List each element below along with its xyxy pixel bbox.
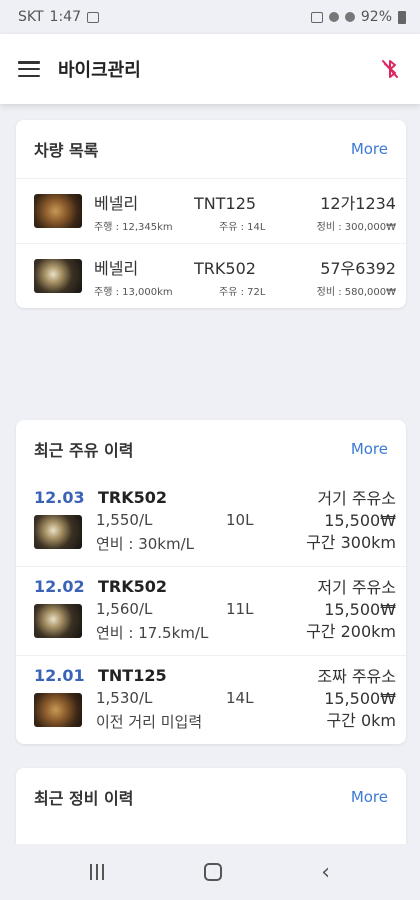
battery-percent: 92%: [360, 9, 392, 25]
fuel-model: TNT125: [98, 666, 167, 685]
page-title: 바이크관리: [58, 60, 141, 81]
fuel-liters: 10L: [226, 511, 254, 529]
vehicle-thumbnail: [34, 693, 82, 727]
system-nav-bar: ‹: [0, 844, 420, 900]
fuel-more-link[interactable]: More: [351, 440, 388, 458]
vehicle-plate: 12가1234: [320, 193, 396, 213]
battery-icon: [398, 10, 406, 24]
vehicle-fuel: 주유 : 72L: [219, 286, 266, 298]
signal-icon: [344, 12, 355, 22]
vehicle-mileage: 주행 : 12,345km: [94, 221, 173, 233]
back-icon[interactable]: ‹: [321, 860, 330, 885]
fuel-cost: 15,500₩: [324, 689, 396, 708]
fuel-history-card: 최근 주유 이력 More 12.03 TRK502 1,550/L 10L 연…: [16, 420, 406, 744]
alarm-icon: [310, 11, 323, 23]
location-icon: [328, 12, 339, 22]
fuel-efficiency: 연비 : 17.5km/L: [96, 624, 209, 642]
app-bar: 바이크관리: [0, 34, 420, 104]
vehicle-list-title: 차량 목록: [34, 141, 99, 160]
vehicle-row[interactable]: 베넬리 TRK502 57우6392 주행 : 13,000km 주유 : 72…: [16, 244, 406, 308]
vehicle-thumbnail: [34, 259, 82, 293]
fuel-history-title: 최근 주유 이력: [34, 441, 134, 460]
status-bar: SKT 1:47 92%: [0, 0, 420, 34]
fuel-distance: 구간 0km: [326, 711, 396, 730]
vehicle-thumbnail: [34, 604, 82, 638]
vehicle-plate: 57우6392: [320, 258, 396, 278]
vehicle-thumbnail: [34, 515, 82, 549]
fuel-station: 거기 주유소: [317, 489, 396, 508]
vehicle-maintenance: 정비 : 580,000₩: [316, 286, 396, 298]
bluetooth-disabled-icon[interactable]: [378, 57, 402, 81]
fuel-date: 12.02: [34, 577, 85, 596]
fuel-station: 저기 주유소: [317, 578, 396, 597]
carrier-label: SKT: [18, 9, 44, 25]
vehicle-model: TNT125: [194, 193, 257, 213]
vehicle-maintenance: 정비 : 300,000₩: [316, 221, 396, 233]
vehicle-mileage: 주행 : 13,000km: [94, 286, 173, 298]
vehicle-row[interactable]: 베넬리 TNT125 12가1234 주행 : 12,345km 주유 : 14…: [16, 179, 406, 243]
fuel-efficiency: 이전 거리 미입력: [96, 713, 203, 731]
fuel-cost: 15,500₩: [324, 511, 396, 530]
fuel-record-row[interactable]: 12.01 TNT125 1,530/L 14L 이전 거리 미입력 조짜 주유…: [16, 656, 406, 744]
menu-icon[interactable]: [18, 61, 40, 77]
maintenance-history-card: 최근 정비 이력 More: [16, 768, 406, 844]
recent-apps-icon[interactable]: [89, 864, 104, 880]
fuel-record-row[interactable]: 12.03 TRK502 1,550/L 10L 연비 : 30km/L 거기 …: [16, 478, 406, 566]
fuel-station: 조짜 주유소: [317, 667, 396, 686]
fuel-price: 1,550/L: [96, 511, 153, 529]
fuel-model: TRK502: [98, 577, 168, 596]
vehicle-fuel: 주유 : 14L: [219, 221, 266, 233]
vehicle-name: 베넬리: [94, 193, 139, 213]
vehicle-list-card: 차량 목록 More 베넬리 TNT125 12가1234 주행 : 12,34…: [16, 120, 406, 308]
fuel-efficiency: 연비 : 30km/L: [96, 535, 194, 553]
maintenance-history-title: 최근 정비 이력: [34, 789, 134, 808]
gallery-notification-icon: [87, 11, 99, 23]
fuel-distance: 구간 300km: [306, 533, 396, 552]
fuel-date: 12.03: [34, 488, 85, 507]
fuel-cost: 15,500₩: [324, 600, 396, 619]
vehicle-name: 베넬리: [94, 258, 139, 278]
fuel-price: 1,560/L: [96, 600, 153, 618]
fuel-record-row[interactable]: 12.02 TRK502 1,560/L 11L 연비 : 17.5km/L 저…: [16, 567, 406, 655]
clock: 1:47: [49, 9, 81, 25]
home-icon[interactable]: [203, 863, 222, 881]
fuel-liters: 11L: [226, 600, 254, 618]
fuel-price: 1,530/L: [96, 689, 153, 707]
fuel-date: 12.01: [34, 666, 85, 685]
fuel-liters: 14L: [226, 689, 254, 707]
maintenance-more-link[interactable]: More: [351, 788, 388, 806]
vehicle-more-link[interactable]: More: [351, 140, 388, 158]
vehicle-model: TRK502: [194, 258, 256, 278]
fuel-model: TRK502: [98, 488, 168, 507]
vehicle-thumbnail: [34, 194, 82, 228]
fuel-distance: 구간 200km: [306, 622, 396, 641]
